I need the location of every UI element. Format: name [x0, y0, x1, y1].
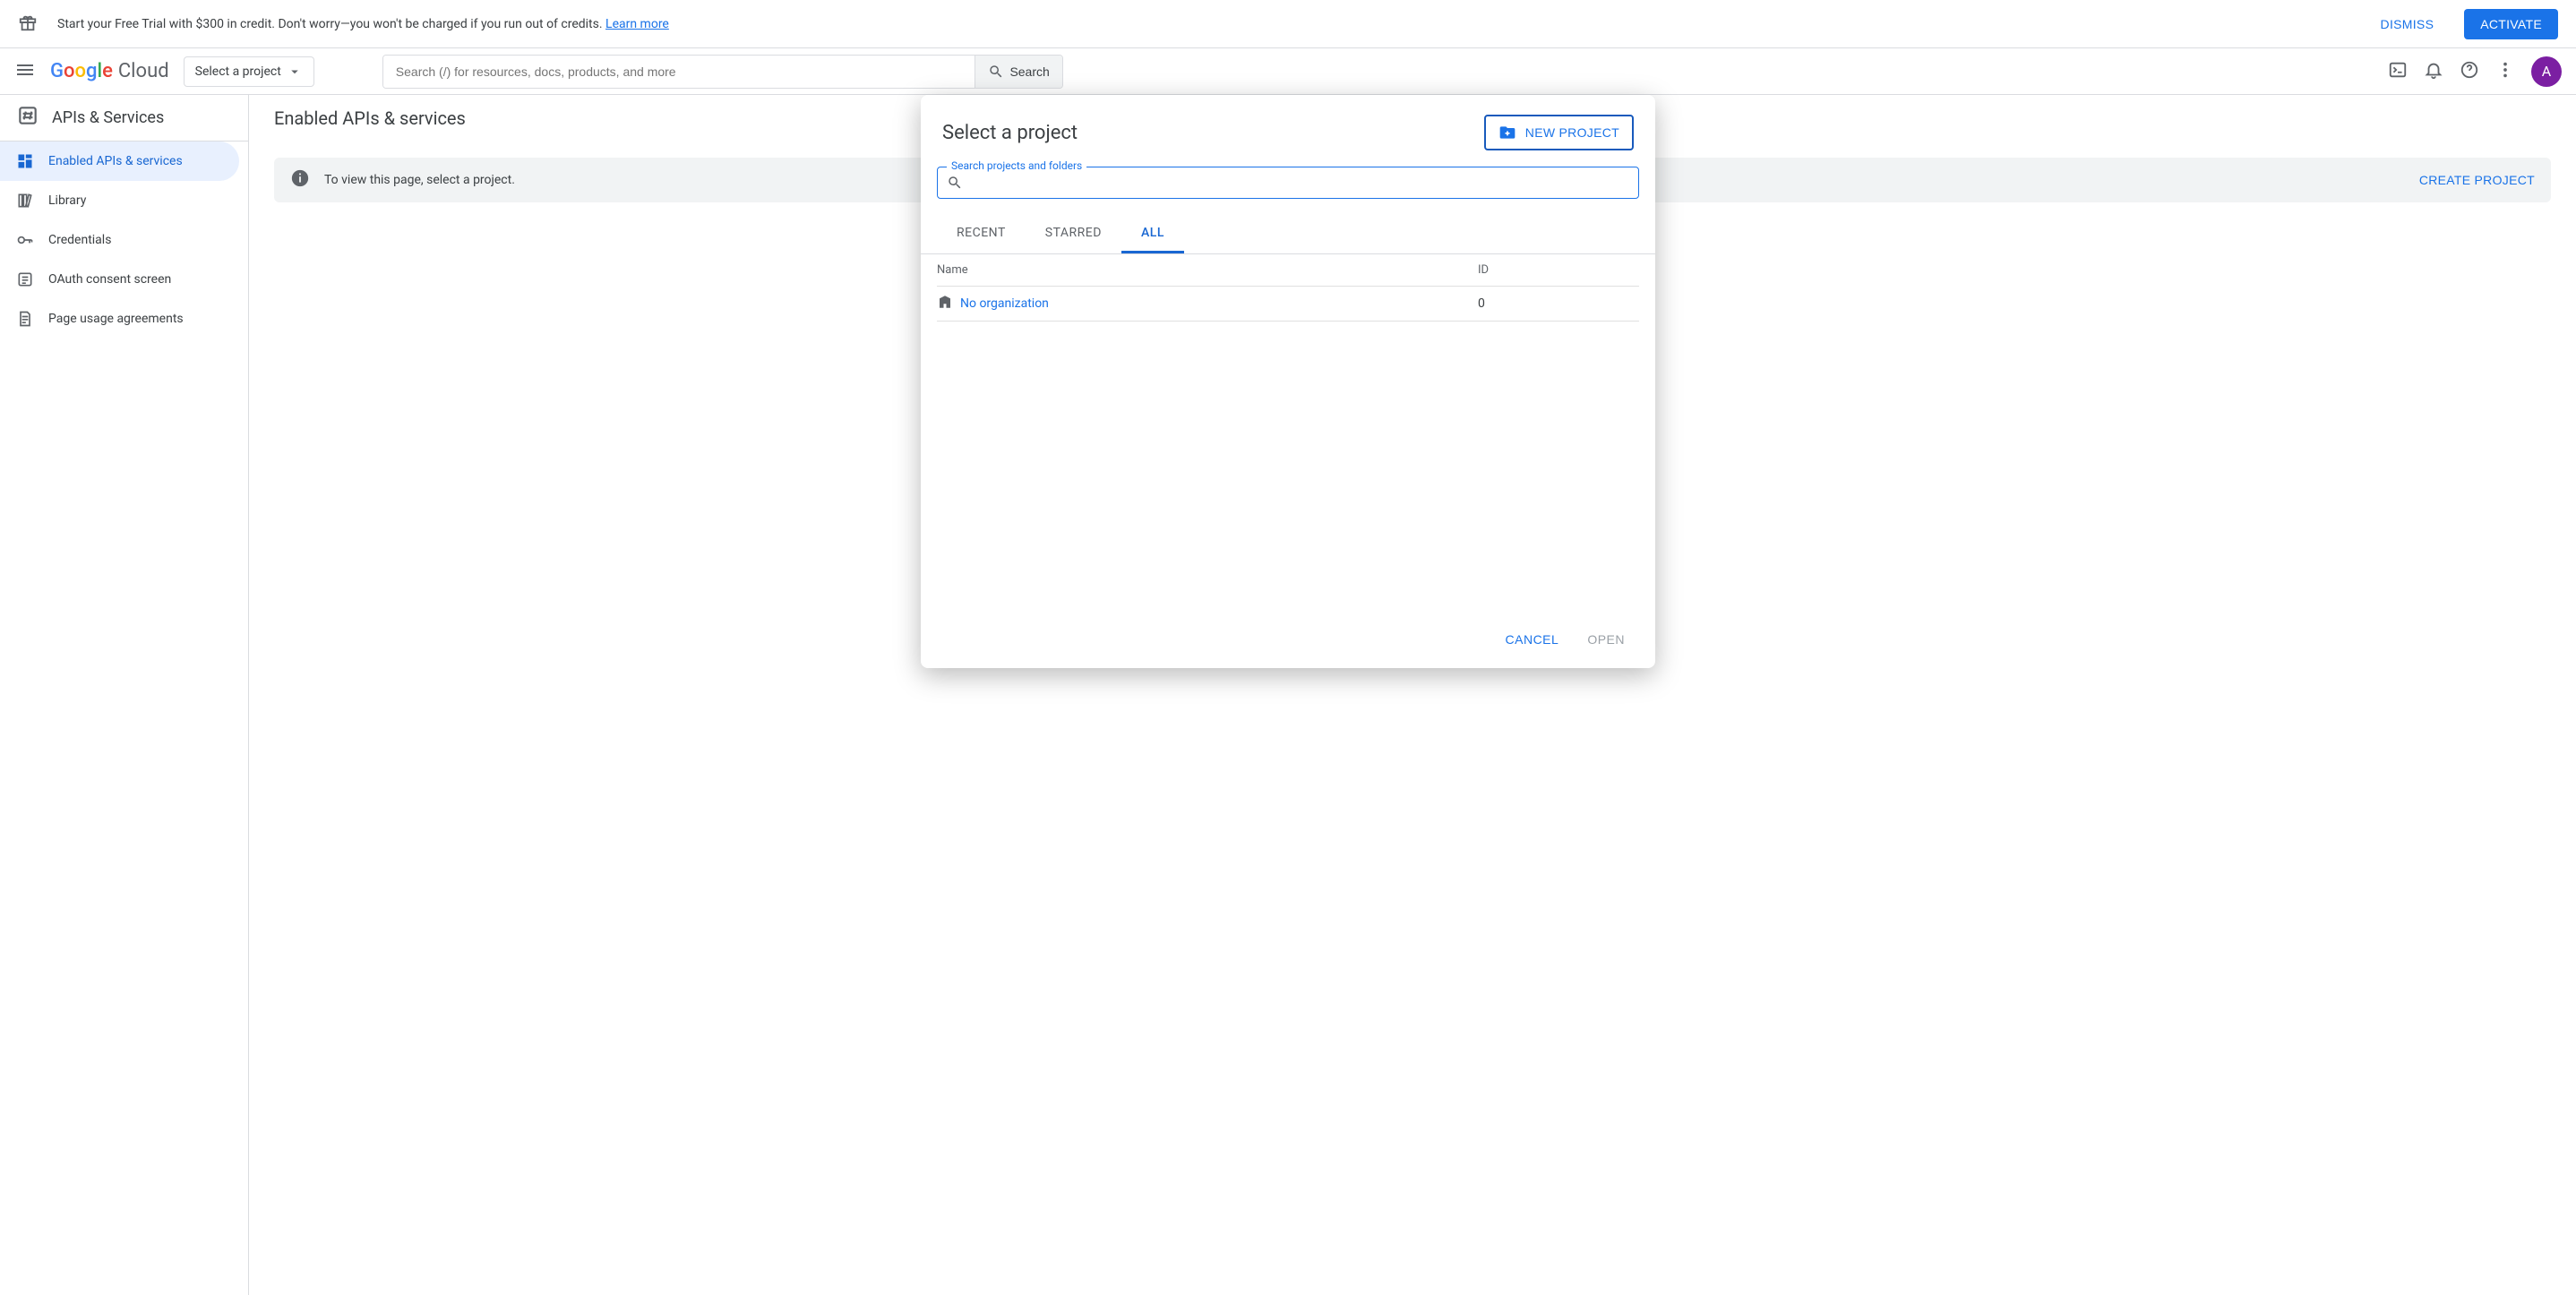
modal-search-label: Search projects and folders	[947, 159, 1086, 172]
col-id-label: ID	[1478, 263, 1639, 277]
modal-backdrop: Select a project NEW PROJECT Search proj…	[0, 0, 2576, 1295]
org-id: 0	[1478, 296, 1639, 311]
search-icon	[947, 175, 963, 191]
modal-footer: CANCEL OPEN	[921, 611, 1655, 668]
select-project-modal: Select a project NEW PROJECT Search proj…	[921, 95, 1655, 668]
cancel-button[interactable]: CANCEL	[1493, 623, 1572, 656]
modal-title: Select a project	[942, 122, 1078, 144]
tab-recent[interactable]: RECENT	[937, 215, 1026, 253]
modal-tabs: RECENT STARRED ALL	[921, 215, 1655, 254]
org-link[interactable]: No organization	[960, 296, 1049, 311]
modal-search-input[interactable]	[972, 176, 1629, 190]
tab-all[interactable]: ALL	[1121, 215, 1184, 253]
new-folder-icon	[1498, 124, 1516, 142]
new-project-label: NEW PROJECT	[1525, 125, 1619, 140]
tab-starred[interactable]: STARRED	[1026, 215, 1121, 253]
modal-table-header: Name ID	[937, 254, 1639, 287]
new-project-button[interactable]: NEW PROJECT	[1484, 115, 1634, 150]
modal-search-field: Search projects and folders	[937, 167, 1639, 199]
table-row[interactable]: No organization 0	[937, 287, 1639, 322]
open-button[interactable]: OPEN	[1575, 623, 1637, 656]
col-name-label: Name	[937, 263, 1478, 277]
organization-icon	[937, 294, 960, 313]
